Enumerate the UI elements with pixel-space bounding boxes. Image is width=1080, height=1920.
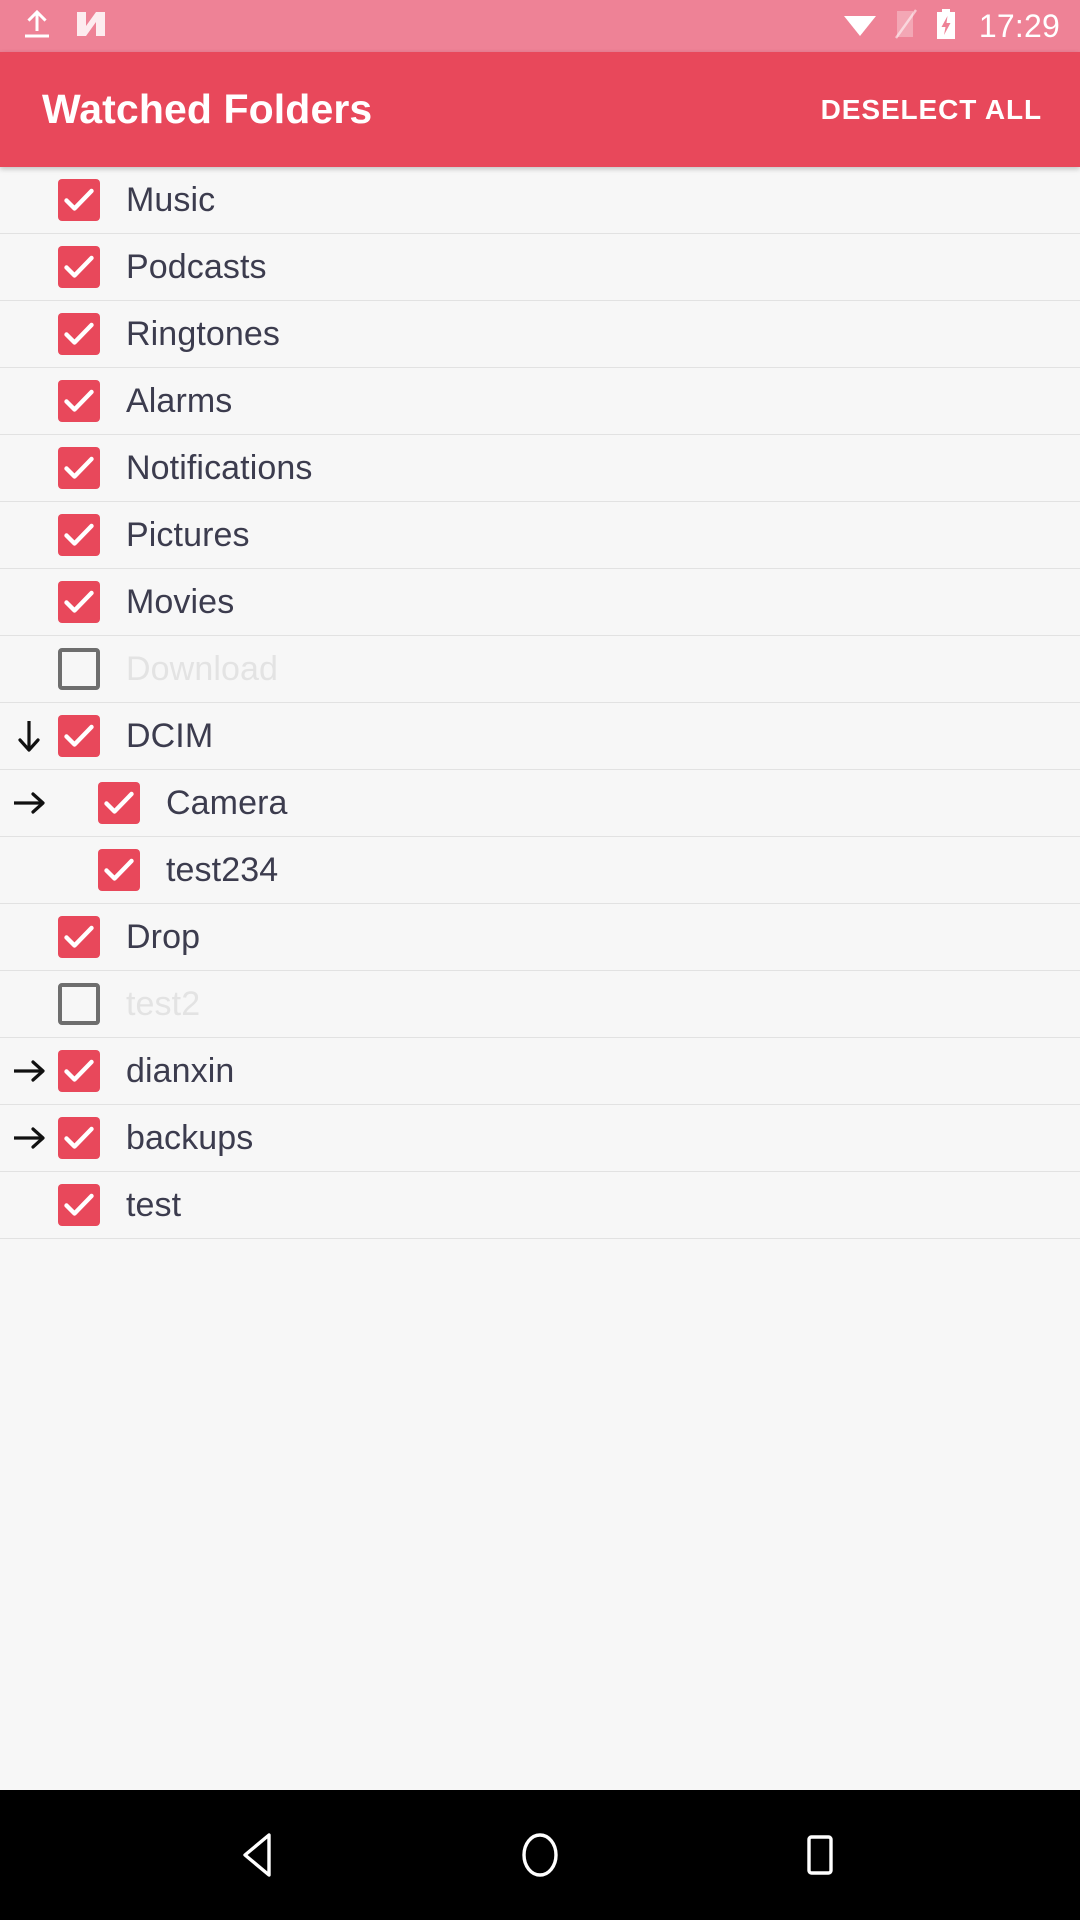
- nav-back-button[interactable]: [205, 1800, 315, 1910]
- folder-checkbox-checked[interactable]: [58, 581, 100, 623]
- check-mark-icon: [64, 188, 94, 211]
- check-mark-icon: [64, 1059, 94, 1082]
- folder-row-label: Pictures: [126, 516, 250, 554]
- android-nougat-logo-icon: [74, 8, 108, 45]
- check-mark-icon: [64, 255, 94, 278]
- folder-row[interactable]: Movies: [0, 569, 1080, 636]
- status-bar-clock: 17:29: [978, 8, 1060, 44]
- folder-row-label: test: [126, 1186, 182, 1224]
- folder-row-label: Alarms: [126, 382, 233, 420]
- folder-checkbox-checked[interactable]: [58, 514, 100, 556]
- folder-row[interactable]: Pictures: [0, 502, 1080, 569]
- folder-checkbox-unchecked[interactable]: [58, 983, 100, 1025]
- expand-right-arrow-icon[interactable]: [11, 786, 47, 820]
- expand-down-arrow-icon[interactable]: [12, 718, 46, 754]
- recents-square-icon: [807, 1835, 833, 1875]
- folder-checkbox-unchecked[interactable]: [58, 648, 100, 690]
- folder-checkbox-checked[interactable]: [58, 1050, 100, 1092]
- folder-checkbox-checked[interactable]: [58, 380, 100, 422]
- check-mark-icon: [104, 858, 134, 881]
- folder-row-label: Drop: [126, 918, 201, 956]
- row-expand-arrow-slot[interactable]: [0, 718, 58, 754]
- nav-recents-button[interactable]: [765, 1800, 875, 1910]
- folder-row[interactable]: dianxin: [0, 1038, 1080, 1105]
- page-title: Watched Folders: [42, 86, 373, 132]
- deselect-all-button[interactable]: DESELECT ALL: [813, 82, 1050, 138]
- folder-checkbox-checked[interactable]: [58, 447, 100, 489]
- folder-checkbox-checked[interactable]: [58, 916, 100, 958]
- folder-row[interactable]: backups: [0, 1105, 1080, 1172]
- wifi-icon: [843, 10, 877, 43]
- android-navigation-bar: [0, 1790, 1080, 1920]
- expand-right-arrow-icon[interactable]: [11, 1121, 47, 1155]
- home-circle-icon: [522, 1833, 558, 1877]
- folder-checkbox-checked[interactable]: [58, 313, 100, 355]
- folder-row[interactable]: Alarms: [0, 368, 1080, 435]
- folder-row-label: Podcasts: [126, 248, 267, 286]
- upload-icon: [22, 8, 52, 45]
- check-mark-icon: [64, 1193, 94, 1216]
- folder-row-label: test2: [126, 985, 201, 1023]
- check-mark-icon: [64, 389, 94, 412]
- check-mark-icon: [64, 456, 94, 479]
- folder-checkbox-checked[interactable]: [58, 246, 100, 288]
- folder-row[interactable]: DCIM: [0, 703, 1080, 770]
- no-sim-signal-icon: [893, 8, 919, 44]
- check-mark-icon: [64, 322, 94, 345]
- watched-folders-list[interactable]: Music Podcasts Ringtones Alarms Notification…: [0, 167, 1080, 1790]
- expand-right-arrow-icon[interactable]: [11, 1054, 47, 1088]
- check-mark-icon: [64, 523, 94, 546]
- folder-row[interactable]: Drop: [0, 904, 1080, 971]
- phone-screen: 17:29 Watched Folders DESELECT ALL Music…: [0, 0, 1080, 1920]
- row-expand-arrow-slot[interactable]: [0, 786, 58, 820]
- battery-charging-icon: [935, 8, 957, 45]
- status-bar: 17:29: [0, 0, 1080, 52]
- folder-checkbox-checked[interactable]: [58, 179, 100, 221]
- folder-checkbox-checked[interactable]: [58, 715, 100, 757]
- row-expand-arrow-slot[interactable]: [0, 1054, 58, 1088]
- folder-row[interactable]: Podcasts: [0, 234, 1080, 301]
- folder-row-label: dianxin: [126, 1052, 235, 1090]
- folder-checkbox-checked[interactable]: [58, 1117, 100, 1159]
- folder-row-label: backups: [126, 1119, 254, 1157]
- folder-row[interactable]: Music: [0, 167, 1080, 234]
- check-mark-icon: [104, 791, 134, 814]
- folder-checkbox-checked[interactable]: [58, 1184, 100, 1226]
- row-expand-arrow-slot[interactable]: [0, 1121, 58, 1155]
- app-bar: Watched Folders DESELECT ALL: [0, 52, 1080, 167]
- folder-row-label: Notifications: [126, 449, 313, 487]
- check-mark-icon: [64, 925, 94, 948]
- check-mark-icon: [64, 1126, 94, 1149]
- folder-row[interactable]: test2: [0, 971, 1080, 1038]
- folder-row-label: Ringtones: [126, 315, 280, 353]
- folder-row[interactable]: test234: [0, 837, 1080, 904]
- folder-checkbox-checked[interactable]: [98, 782, 140, 824]
- folder-row-label: Camera: [166, 784, 288, 822]
- nav-home-button[interactable]: [485, 1800, 595, 1910]
- folder-row[interactable]: Notifications: [0, 435, 1080, 502]
- folder-row-label: Movies: [126, 583, 235, 621]
- folder-row-label: DCIM: [126, 717, 214, 755]
- status-bar-left-icons: [22, 8, 108, 45]
- check-mark-icon: [64, 724, 94, 747]
- back-triangle-icon: [243, 1833, 271, 1877]
- folder-row[interactable]: Camera: [0, 770, 1080, 837]
- check-mark-icon: [64, 590, 94, 613]
- folder-row-label: test234: [166, 851, 279, 889]
- folder-row[interactable]: test: [0, 1172, 1080, 1239]
- folder-row-label: Music: [126, 181, 216, 219]
- folder-checkbox-checked[interactable]: [98, 849, 140, 891]
- status-bar-right-icons: 17:29: [843, 8, 1060, 45]
- folder-row[interactable]: Download: [0, 636, 1080, 703]
- folder-row-label: Download: [126, 650, 279, 688]
- folder-row[interactable]: Ringtones: [0, 301, 1080, 368]
